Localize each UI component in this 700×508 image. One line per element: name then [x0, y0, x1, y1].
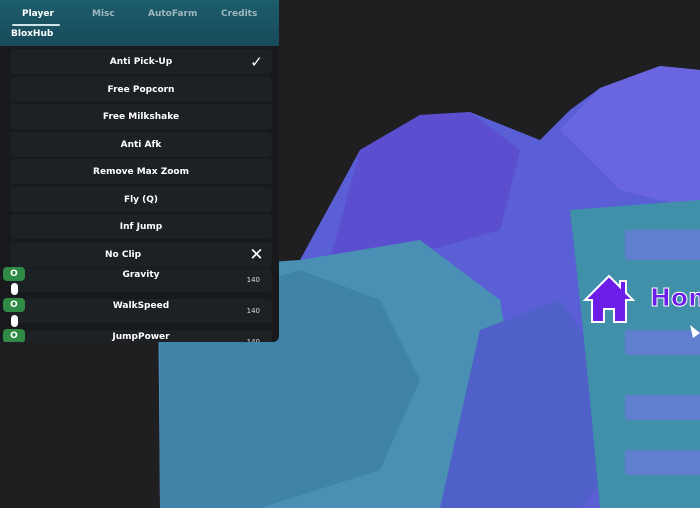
- slider-value: 140: [246, 276, 260, 284]
- slider-pill: [11, 283, 18, 295]
- active-tab-indicator: [12, 24, 60, 26]
- bloxhub-panel: Player Misc AutoFarm Credits BloxHub Ant…: [0, 0, 279, 342]
- slider-value: 140: [246, 307, 260, 315]
- toggle-label: Anti Pick-Up: [109, 56, 173, 67]
- toggle-remove-max-zoom[interactable]: Remove Max Zoom: [10, 159, 272, 184]
- toggle-label: Free Milkshake: [102, 111, 180, 122]
- slider-jumppower[interactable]: JumpPower 140: [10, 330, 272, 342]
- panel-header: Player Misc AutoFarm Credits BloxHub: [0, 0, 279, 46]
- toggle-label: Free Popcorn: [107, 84, 175, 95]
- tab-credits[interactable]: Credits: [221, 9, 257, 19]
- toggle-label: No Clip: [105, 249, 142, 260]
- check-icon: ✓: [250, 52, 263, 71]
- brand-label: BloxHub: [11, 29, 54, 39]
- slider-walkspeed[interactable]: WalkSpeed 140: [10, 299, 272, 323]
- toggle-label: Remove Max Zoom: [93, 166, 189, 177]
- slider-gravity[interactable]: Gravity 140: [10, 268, 272, 292]
- slider-label: JumpPower: [112, 332, 170, 342]
- toggle-fly[interactable]: Fly (Q): [10, 187, 272, 212]
- toggle-label: Inf Jump: [119, 221, 163, 232]
- slider-label: WalkSpeed: [112, 301, 170, 311]
- jumppower-slider-knob[interactable]: O: [3, 329, 25, 342]
- toggle-free-popcorn[interactable]: Free Popcorn: [10, 77, 272, 102]
- home-sign-text: Hom: [649, 283, 700, 313]
- tab-misc[interactable]: Misc: [92, 9, 115, 19]
- gravity-slider-knob[interactable]: O: [3, 267, 25, 281]
- toggle-anti-afk[interactable]: Anti Afk: [10, 132, 272, 157]
- toggle-no-clip[interactable]: No Clip ✕: [10, 242, 272, 267]
- toggle-label: Fly (Q): [123, 194, 159, 205]
- tab-autofarm[interactable]: AutoFarm: [148, 9, 197, 19]
- slider-label: Gravity: [122, 270, 160, 280]
- toggle-anti-pick-up[interactable]: Anti Pick-Up ✓: [10, 49, 272, 74]
- x-icon: ✕: [249, 244, 264, 265]
- toggle-inf-jump[interactable]: Inf Jump: [10, 214, 272, 239]
- toggle-label: Anti Afk: [120, 139, 162, 150]
- tab-player[interactable]: Player: [22, 9, 54, 19]
- walkspeed-slider-knob[interactable]: O: [3, 298, 25, 312]
- toggle-free-milkshake[interactable]: Free Milkshake: [10, 104, 272, 129]
- slider-pill: [11, 315, 18, 327]
- slider-value: 140: [246, 338, 260, 342]
